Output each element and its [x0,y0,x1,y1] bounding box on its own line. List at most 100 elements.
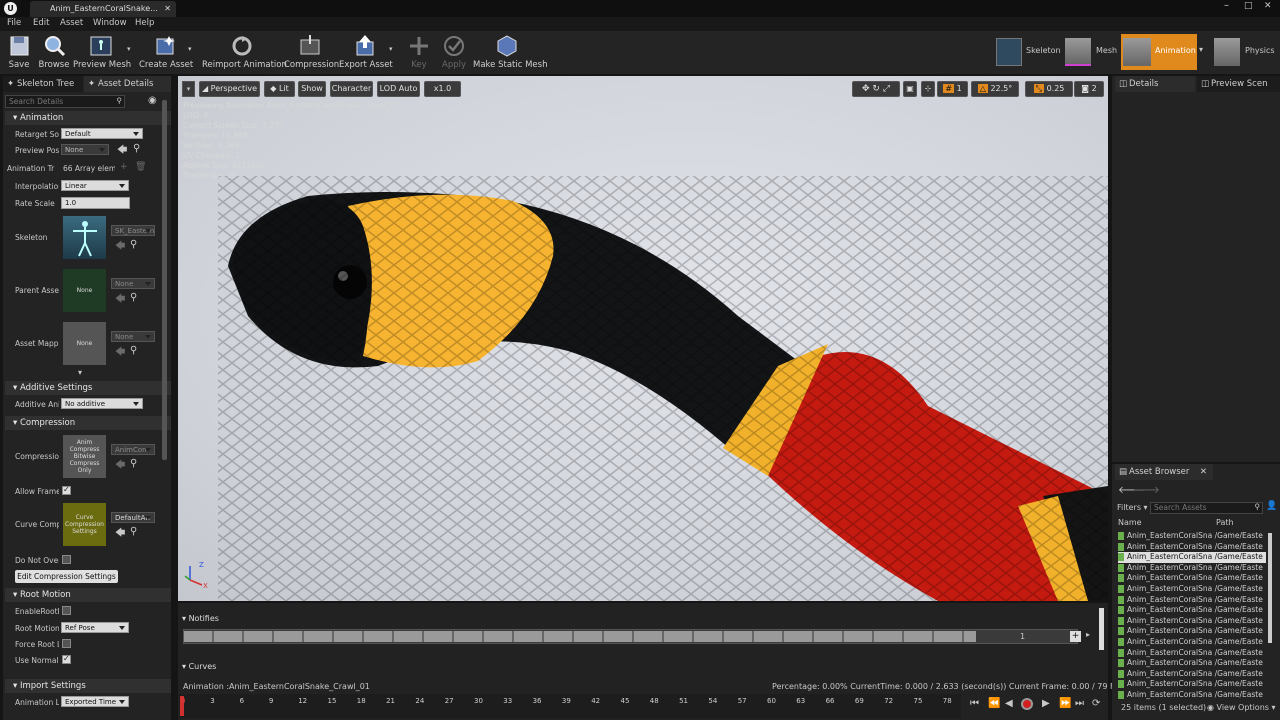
parent-asset-thumbnail[interactable]: None [63,269,106,312]
arrow-left-icon[interactable]: 🡄 [115,292,125,309]
tab-skeleton-tree[interactable]: ✦ Skeleton Tree [3,76,83,92]
list-item[interactable]: Anim_EasternCoralSna /Game/Easte [1118,679,1266,690]
asset-mapping-dropdown[interactable]: None [111,331,155,342]
add-track-button[interactable]: + [1070,631,1081,642]
grid-snap-button[interactable]: # 1 [937,81,968,97]
search-assets-input[interactable]: Search Assets ⚲ [1150,502,1263,514]
section-import-settings[interactable]: ▾ Import Settings [5,679,171,693]
curves-header[interactable]: ▾ Curves [182,662,216,671]
track-menu-icon[interactable]: ▸ [1086,630,1090,639]
export-asset-button[interactable]: Export Asset [339,31,393,74]
apply-button[interactable]: Apply [438,31,470,74]
scale-icon[interactable]: ⤢ [883,84,890,94]
retarget-dropdown[interactable]: Default [61,128,143,139]
expand-arrow-icon[interactable]: ▾ [78,368,82,377]
preview-pose-dropdown[interactable]: None [61,144,109,155]
loop-icon[interactable]: ⟳ [1092,698,1100,709]
search-icon[interactable]: ⚲ [130,292,137,303]
timeline-scrollbar[interactable] [1099,608,1104,650]
search-details-input[interactable]: Search Details ⚲ [5,95,125,108]
rotation-snap-button[interactable]: △ 22.5° [971,81,1019,97]
menu-window[interactable]: Window [93,18,127,28]
rotate-icon[interactable]: ↻ [872,84,880,94]
curve-compression-dropdown[interactable]: DefaultAn [111,512,155,523]
close-icon[interactable]: ✕ [164,1,171,16]
plus-icon[interactable]: + [120,162,128,172]
lod-button[interactable]: LOD Auto [377,81,420,97]
transform-tools[interactable]: ✥ ↻ ⤢ [852,81,900,97]
world-local-button[interactable]: ▣ [903,81,917,97]
notify-track[interactable] [183,629,1078,644]
step-back-icon[interactable]: ⏪ [988,698,1000,709]
section-compression[interactable]: ▾ Compression [5,416,171,430]
force-root-checkbox[interactable] [62,639,71,648]
interpolation-dropdown[interactable]: Linear [61,180,129,191]
section-animation[interactable]: ▾ Animation [5,111,171,125]
play-reverse-icon[interactable]: ◀ [1005,698,1013,709]
list-item[interactable]: Anim_EasternCoralSna /Game/Easte [1118,648,1266,659]
view-options-button[interactable]: ◉ View Options ▾ [1207,703,1276,712]
enable-root-motion-checkbox[interactable] [62,606,71,615]
user-icon[interactable]: 👤 [1266,501,1277,511]
reimport-animation-button[interactable]: Reimport Animation [202,31,287,74]
tab-details[interactable]: ◫ Details [1115,76,1195,92]
viewport-options-button[interactable]: ▾ [182,81,195,97]
eye-icon[interactable]: ◉ [148,95,157,106]
skip-to-start-icon[interactable]: ⏮ [970,698,979,709]
compression-button[interactable]: Compression [284,31,339,74]
section-additive-settings[interactable]: ▾ Additive Settings [5,381,171,395]
list-item[interactable]: Anim_EasternCoralSna /Game/Easte [1118,605,1266,616]
trash-icon[interactable]: 🗑 [135,162,146,172]
list-item[interactable]: Anim_EasternCoralSna /Game/Easte [1118,669,1266,680]
arrow-left-icon[interactable]: 🡄 [115,526,125,543]
scale-snap-button[interactable]: ⤡ 0.25 [1025,81,1073,97]
list-item[interactable]: Anim_EasternCoralSna /Game/Easte [1118,637,1266,648]
camera-speed-button[interactable]: ◙ 2 [1074,81,1104,97]
browse-button[interactable]: Browse [37,31,71,74]
column-name-header[interactable]: Name [1118,518,1142,527]
menu-asset[interactable]: Asset [60,18,83,28]
list-item[interactable]: Anim_EasternCoralSna /Game/Easte [1118,531,1266,542]
forward-arrow-icon[interactable]: 🡒 [1133,484,1160,496]
notifies-header[interactable]: ▾ Notifies [182,614,219,623]
asset-mapping-thumbnail[interactable]: None [63,322,106,365]
search-icon[interactable]: ⚲ [133,143,140,154]
preview-mesh-button[interactable]: Preview Mesh [73,31,131,74]
column-path-header[interactable]: Path [1216,518,1234,527]
filters-button[interactable]: Filters ▾ [1117,503,1148,512]
key-button[interactable]: Key [404,31,434,74]
tab-asset-browser[interactable]: ▤ Asset Browser ✕ [1115,464,1213,480]
chevron-down-icon[interactable]: ▾ [127,45,131,53]
menu-file[interactable]: File [7,18,21,28]
play-icon[interactable]: ▶ [1042,698,1050,709]
use-normalized-checkbox[interactable]: ✓ [62,654,71,664]
list-item[interactable]: Anim_EasternCoralSna /Game/Easte [1118,616,1266,627]
root-motion-dropdown[interactable]: Ref Pose [61,622,129,633]
search-icon[interactable]: ⚲ [130,345,137,356]
chevron-down-icon[interactable]: ▾ [188,45,192,53]
skip-to-end-icon[interactable]: ⏭ [1075,698,1084,709]
close-window-icon[interactable]: ✕ [1264,1,1272,11]
create-asset-button[interactable]: Create Asset [139,31,193,74]
translate-icon[interactable]: ✥ [862,84,870,94]
lit-button[interactable]: ◆ Lit [264,81,295,97]
list-item[interactable]: Anim_EasternCoralSna /Game/Easte [1118,626,1266,637]
additive-dropdown[interactable]: No additive [61,398,143,409]
list-item[interactable]: Anim_EasternCoralSna /Game/Easte [1118,552,1266,563]
perspective-button[interactable]: ◢ Perspective [199,81,260,97]
asset-list-scrollbar[interactable] [1268,533,1272,643]
minimize-icon[interactable]: – [1224,0,1229,11]
skeleton-dropdown[interactable]: SK_Eastern [111,225,155,236]
list-item[interactable]: Anim_EasternCoralSna /Game/Easte [1118,563,1266,574]
save-button[interactable]: Save [2,31,36,74]
playback-speed-button[interactable]: x1.0 [424,81,461,97]
section-root-motion[interactable]: ▾ Root Motion [5,588,171,602]
tab-preview-scene[interactable]: ◫ Preview Scen [1197,76,1280,92]
chevron-down-icon[interactable]: ▾ [389,45,393,53]
mode-mesh-button[interactable]: Mesh [1063,34,1119,70]
anim-length-dropdown[interactable]: Exported Time [61,696,129,707]
chevron-down-icon[interactable]: ▾ [1199,45,1203,54]
rate-scale-input[interactable]: 1.0 [61,197,130,209]
list-item[interactable]: Anim_EasternCoralSna /Game/Easte [1118,690,1266,701]
mode-physics-button[interactable]: Physics [1211,34,1279,70]
